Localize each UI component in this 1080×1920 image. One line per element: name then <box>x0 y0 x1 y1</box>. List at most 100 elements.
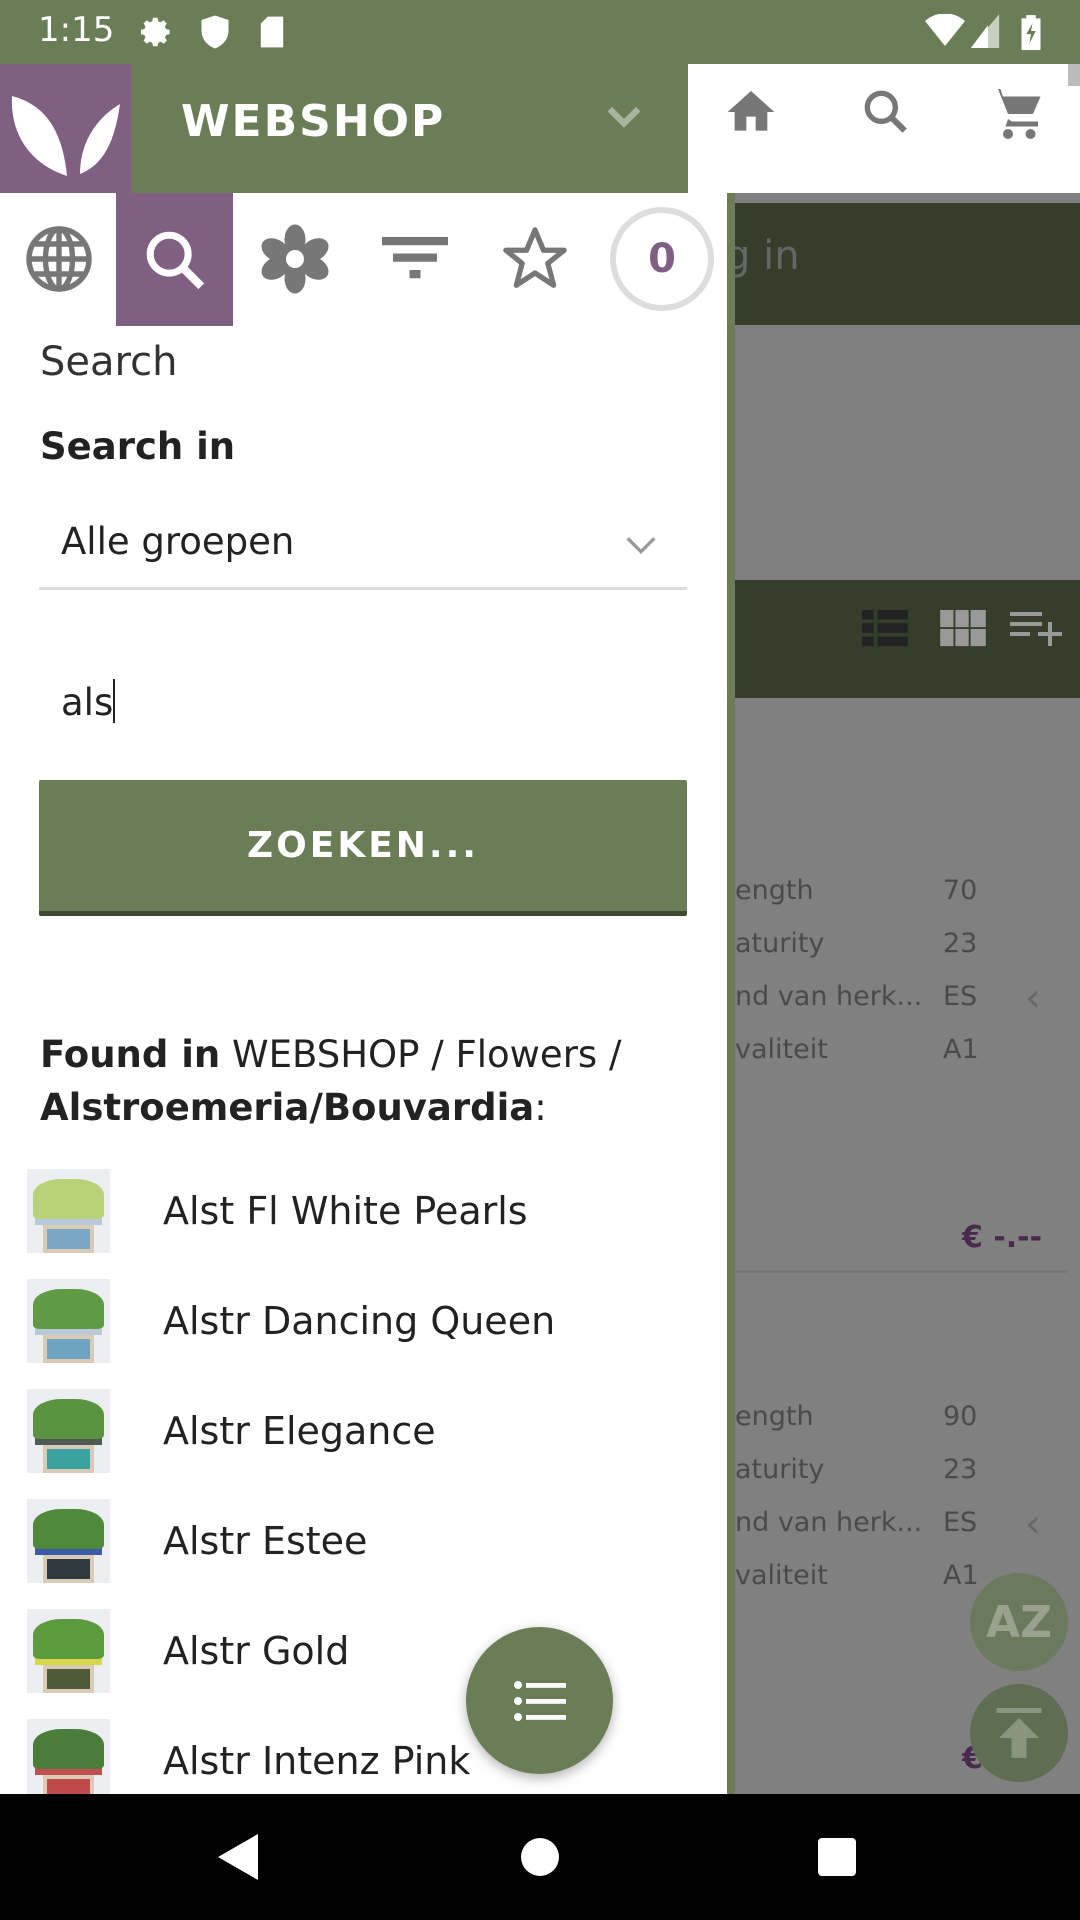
result-name: Alstr Elegance <box>163 1409 436 1453</box>
product-thumbnail <box>27 1169 110 1253</box>
search-button-label: ZOEKEN... <box>247 825 479 866</box>
product-thumbnail <box>27 1389 110 1473</box>
scroll-top-button[interactable] <box>970 1684 1068 1782</box>
spec-label: nd van herk... <box>735 1507 923 1538</box>
star-icon <box>502 227 567 288</box>
search-button[interactable]: ZOEKEN... <box>39 780 687 916</box>
divider <box>727 1270 1067 1273</box>
spec-value: 90 <box>943 1401 978 1432</box>
wifi-icon <box>925 14 965 46</box>
home-button-icon[interactable] <box>521 1838 559 1876</box>
search-input-value: als <box>61 681 114 724</box>
result-name: Alstr Dancing Queen <box>163 1299 556 1343</box>
arrow-to-top-icon <box>996 1708 1042 1758</box>
result-item[interactable]: Alstr Estee <box>27 1499 367 1583</box>
result-item[interactable]: Alstr Elegance <box>27 1389 436 1473</box>
battery-charging-icon <box>1021 15 1041 50</box>
tab-globe[interactable] <box>0 193 117 325</box>
flower-icon <box>260 224 329 294</box>
spec-label: aturity <box>735 928 825 959</box>
result-name: Alstr Gold <box>163 1629 350 1673</box>
spec-value: 23 <box>943 928 978 959</box>
search-icon[interactable] <box>858 84 914 140</box>
search-drawer: 0 Search Search in Alle groepen als ZOEK… <box>0 193 727 1794</box>
result-item[interactable]: Alstr Intenz Pink <box>27 1719 470 1794</box>
chevron-down-icon <box>626 537 656 555</box>
filter-icon <box>381 237 448 279</box>
status-time: 1:15 <box>38 10 115 50</box>
found-in-text: Found in WEBSHOP / Flowers / Alstroemeri… <box>40 1028 680 1134</box>
globe-icon <box>25 226 92 292</box>
list-icon <box>513 1680 566 1721</box>
found-suffix: : <box>534 1086 547 1129</box>
result-name: Alstr Estee <box>163 1519 368 1563</box>
found-group: Alstroemeria/Bouvardia <box>40 1086 535 1129</box>
cart-icon[interactable] <box>988 84 1048 144</box>
spec-value: 70 <box>943 875 978 906</box>
chevron-left-icon[interactable]: ‹ <box>1025 1501 1041 1547</box>
counter-value: 0 <box>648 236 676 282</box>
chevron-left-icon[interactable]: ‹ <box>1025 975 1041 1021</box>
counter-badge[interactable]: 0 <box>610 207 714 311</box>
tab-favorites[interactable] <box>476 193 593 325</box>
search-icon <box>146 231 204 289</box>
gear-icon <box>141 17 170 47</box>
view-toolbar <box>735 580 1080 698</box>
top-action-bar <box>688 64 1080 193</box>
sort-label: AZ <box>986 1596 1052 1648</box>
tab-flower[interactable] <box>236 193 353 325</box>
result-item[interactable]: Alstr Gold <box>27 1609 349 1693</box>
signal-icon <box>970 14 1000 48</box>
found-prefix: Found in <box>40 1033 221 1076</box>
spec-value: A1 <box>943 1034 979 1065</box>
result-name: Alst Fl White Pearls <box>163 1189 528 1233</box>
price: € -.-- <box>962 1220 1043 1255</box>
sd-card-icon <box>260 16 284 48</box>
back-icon[interactable] <box>218 1834 258 1880</box>
tab-search[interactable] <box>116 193 233 326</box>
product-thumbnail <box>27 1719 110 1794</box>
result-item[interactable]: Alst Fl White Pearls <box>27 1169 528 1253</box>
search-input[interactable]: als <box>39 653 687 753</box>
spec-value: A1 <box>943 1560 979 1591</box>
spec-label: aturity <box>735 1454 825 1485</box>
grid-view-icon[interactable] <box>940 610 986 648</box>
search-in-label: Search in <box>40 425 236 468</box>
sort-az-button[interactable]: AZ <box>970 1573 1068 1671</box>
result-name: Alstr Intenz Pink <box>163 1739 471 1783</box>
spec-value: ES <box>943 981 978 1012</box>
search-hint: g in <box>727 233 800 279</box>
product-list-background: g in ength 70 aturity 23 nd van herk... … <box>727 193 1080 1794</box>
section-title: Search <box>40 339 178 385</box>
spec-label: valiteit <box>735 1560 828 1591</box>
menu-fab[interactable] <box>466 1627 613 1774</box>
spec-value: 23 <box>943 1454 978 1485</box>
group-select-value: Alle groepen <box>61 520 295 563</box>
group-select[interactable]: Alle groepen <box>39 502 687 590</box>
home-icon[interactable] <box>723 84 779 140</box>
drawer-edge <box>727 193 735 1794</box>
recents-icon[interactable] <box>818 1838 856 1876</box>
product-thumbnail <box>27 1609 110 1693</box>
spec-label: ength <box>735 875 814 906</box>
product-thumbnail <box>27 1279 110 1363</box>
list-view-icon[interactable] <box>862 610 908 648</box>
spec-label: nd van herk... <box>735 981 923 1012</box>
text-cursor <box>113 679 116 723</box>
spec-label: valiteit <box>735 1034 828 1065</box>
found-path: WEBSHOP / Flowers / <box>220 1033 622 1076</box>
status-bar: 1:15 <box>0 0 1080 64</box>
chevron-down-icon[interactable] <box>605 102 643 132</box>
leaf-logo[interactable] <box>0 64 131 193</box>
scrollbar[interactable] <box>1068 64 1080 86</box>
spec-label: ength <box>735 1401 814 1432</box>
spec-value: ES <box>943 1507 978 1538</box>
search-bar-dark: g in <box>727 203 1080 325</box>
playlist-add-icon[interactable] <box>1010 608 1066 648</box>
product-thumbnail <box>27 1499 110 1583</box>
result-item[interactable]: Alstr Dancing Queen <box>27 1279 555 1363</box>
shield-icon <box>201 15 229 49</box>
navigation-bar <box>0 1794 1080 1920</box>
webshop-title[interactable]: WEBSHOP <box>181 96 445 147</box>
tab-filter[interactable] <box>356 193 473 325</box>
